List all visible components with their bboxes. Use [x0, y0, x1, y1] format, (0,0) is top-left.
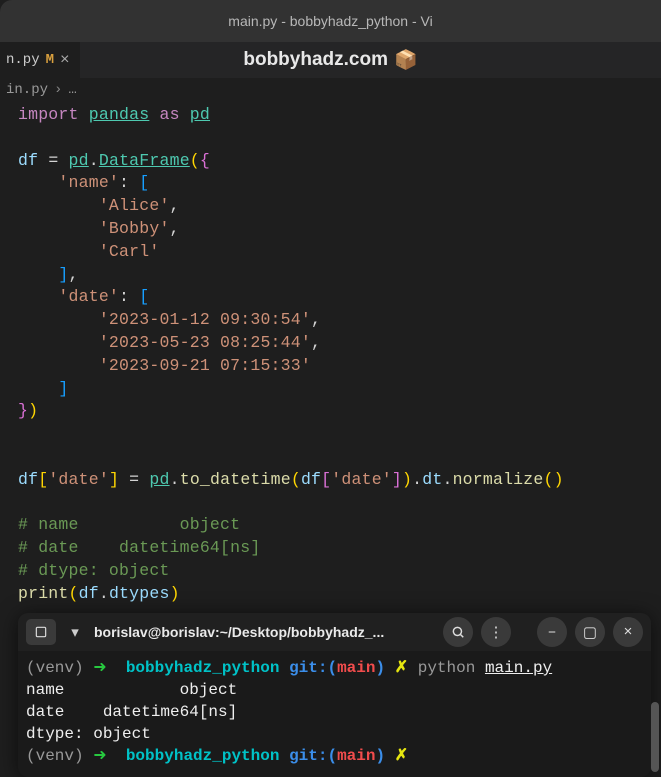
breadcrumb-file: in.py — [6, 82, 48, 98]
search-icon[interactable] — [443, 617, 473, 647]
window-title-bar: main.py - bobbyhadz_python - Vi — [0, 0, 661, 42]
watermark-text: bobbyhadz.com — [243, 49, 388, 71]
code-editor[interactable]: import pandas as pd df = pd.DataFrame({ … — [0, 102, 661, 608]
menu-icon[interactable]: ⋮ — [481, 617, 511, 647]
terminal-title: borislav@borislav:~/Desktop/bobbyhadz_..… — [94, 624, 435, 640]
terminal-window: ▾ borislav@borislav:~/Desktop/bobbyhadz_… — [18, 613, 651, 777]
minimize-button[interactable]: – — [537, 617, 567, 647]
scrollbar-thumb[interactable] — [651, 702, 659, 772]
modified-badge: M — [46, 52, 54, 68]
close-icon[interactable]: × — [60, 51, 70, 69]
box-icon: 📦 — [394, 48, 418, 72]
tab-filename: n.py — [6, 52, 40, 68]
close-button[interactable]: × — [613, 617, 643, 647]
terminal-header[interactable]: ▾ borislav@borislav:~/Desktop/bobbyhadz_… — [18, 613, 651, 651]
chevron-down-icon[interactable]: ▾ — [64, 619, 86, 645]
window-title: main.py - bobbyhadz_python - Vi — [228, 13, 432, 29]
terminal-body[interactable]: (venv) ➜ bobbyhadz_python git:(main) ✗ p… — [18, 651, 651, 777]
editor-tab-main[interactable]: n.py M × — [0, 42, 80, 78]
terminal-new-tab-button[interactable] — [26, 619, 56, 645]
watermark: bobbyhadz.com 📦 — [243, 48, 417, 72]
maximize-button[interactable]: ▢ — [575, 617, 605, 647]
chevron-right-icon: › — [54, 82, 62, 98]
breadcrumb[interactable]: in.py › … — [0, 78, 661, 102]
breadcrumb-more: … — [68, 82, 76, 98]
